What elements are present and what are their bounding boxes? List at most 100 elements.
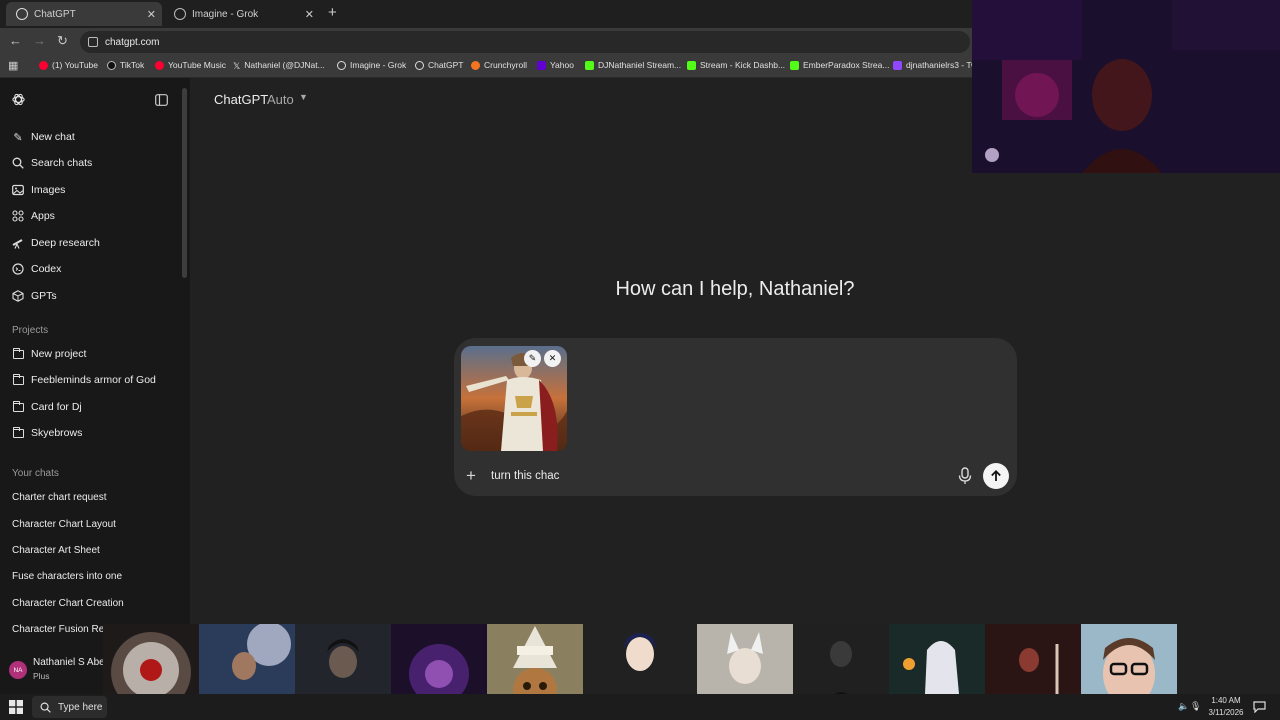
bookmark-item[interactable]: YouTube Music — [155, 60, 226, 70]
bookmark-item[interactable]: (1) YouTube — [39, 60, 98, 70]
bookmark-item[interactable]: 𝕏 Nathaniel (@DJNat... — [233, 60, 325, 71]
forward-arrow-icon[interactable]: → — [33, 33, 46, 48]
taskbar — [0, 694, 1280, 720]
speaker-icon[interactable]: 🔈 — [1178, 701, 1189, 712]
bookmark-label: (1) YouTube — [52, 60, 98, 70]
notifications-icon[interactable] — [1253, 701, 1266, 713]
sidebar-item-label: Card for Dj — [31, 401, 82, 413]
bookmark-label: YouTube Music — [168, 60, 226, 70]
bookmark-item[interactable]: Crunchyroll — [471, 60, 527, 70]
bookmark-item[interactable]: TikTok — [107, 60, 144, 70]
folder-plus-icon — [12, 347, 24, 360]
apps-icon — [12, 210, 24, 222]
bookmark-label: Imagine - Grok — [350, 60, 407, 70]
bookmark-item[interactable]: djnathanielrs3 - Tw — [893, 60, 977, 70]
sidebar-item-new-chat[interactable]: ✎ New chat — [12, 131, 75, 144]
windows-start-icon[interactable] — [9, 700, 23, 714]
bookmark-item[interactable]: EmberParadox Strea... — [790, 60, 889, 70]
sidebar-item-label: Deep research — [31, 237, 100, 249]
youtube-icon — [39, 60, 48, 70]
grok-favicon-icon — [174, 8, 186, 20]
user-name[interactable]: Nathaniel S Abe — [33, 657, 103, 668]
chat-history-item[interactable]: Fuse characters into one — [12, 571, 182, 582]
sidebar-item-images[interactable]: Images — [12, 184, 65, 196]
kick-icon — [585, 60, 594, 70]
codex-icon — [12, 263, 24, 275]
sidebar-item-project[interactable]: Feebleminds armor of God — [12, 373, 156, 386]
apps-grid-icon[interactable]: ▦ — [8, 59, 18, 72]
sidebar-item-label: New chat — [31, 131, 75, 143]
chat-history-item[interactable]: Character Chart Layout — [12, 519, 182, 530]
toggle-sidebar-icon[interactable] — [155, 94, 168, 106]
tab-label: ChatGPT — [34, 8, 76, 20]
telescope-icon — [12, 239, 23, 249]
sidebar-item-apps[interactable]: Apps — [12, 210, 55, 222]
bookmark-item[interactable]: Yahoo — [537, 60, 574, 70]
chevron-down-icon[interactable]: ▼ — [299, 92, 308, 102]
folder-icon — [12, 373, 24, 386]
sidebar-item-gpts[interactable]: GPTs — [12, 290, 57, 302]
avatar[interactable]: NA — [9, 661, 27, 679]
bookmark-label: Yahoo — [550, 60, 574, 70]
model-selector-mode[interactable]: Auto — [267, 92, 294, 107]
sidebar-item-label: Search chats — [31, 157, 93, 169]
sidebar-item-new-project[interactable]: New project — [12, 347, 87, 360]
reload-icon[interactable]: ↻ — [57, 33, 68, 49]
image-icon — [12, 184, 24, 196]
sidebar-item-project[interactable]: Skyebrows — [12, 426, 82, 439]
kick-icon — [790, 60, 799, 70]
taskbar-search-label: Type here — [58, 701, 103, 713]
sidebar-item-deep-research[interactable]: Deep research — [12, 237, 100, 249]
chat-history-item[interactable]: Character Art Sheet — [12, 545, 182, 556]
arrow-up-icon — [991, 470, 1001, 481]
back-arrow-icon[interactable]: ← — [9, 33, 22, 48]
openai-logo-icon[interactable] — [11, 92, 26, 107]
close-tab-icon[interactable]: ✕ — [305, 8, 314, 21]
bookmark-item[interactable]: Imagine - Grok — [337, 60, 406, 70]
sidebar-item-label: GPTs — [31, 290, 57, 302]
close-tab-icon[interactable]: ✕ — [147, 8, 156, 21]
bookmark-item[interactable]: Stream - Kick Dashb... — [687, 60, 785, 70]
microphone-tray-icon[interactable]: 🎙 — [1190, 701, 1201, 712]
sidebar-item-label: Feebleminds armor of God — [31, 374, 156, 386]
webcam-overlay — [972, 0, 1280, 173]
send-button[interactable] — [983, 463, 1009, 489]
tab-chatgpt[interactable]: ChatGPT ✕ — [6, 2, 162, 26]
sidebar-item-label: Codex — [31, 263, 62, 275]
sidebar-item-label: New project — [31, 348, 87, 360]
remove-image-close-icon[interactable]: ✕ — [544, 350, 561, 367]
folder-icon — [12, 426, 24, 439]
add-attachment-plus-icon[interactable]: + — [466, 466, 476, 486]
sidebar-item-label: Images — [31, 184, 66, 196]
sidebar-scrollbar[interactable] — [182, 88, 187, 278]
bookmark-item[interactable]: ChatGPT — [415, 60, 463, 70]
grok-icon — [337, 60, 346, 70]
url-text: chatgpt.com — [105, 36, 160, 48]
chat-history-item[interactable]: Charter chart request — [12, 492, 182, 503]
sidebar-item-codex[interactable]: Codex — [12, 263, 61, 275]
sidebar-item-label: Apps — [31, 210, 55, 222]
model-selector-title[interactable]: ChatGPT — [214, 92, 268, 107]
sidebar-item-project[interactable]: Card for Dj — [12, 400, 82, 413]
site-info-icon[interactable] — [88, 37, 98, 47]
bookmark-label: DJNathaniel Stream... — [598, 60, 682, 70]
bookmark-label: Stream - Kick Dashb... — [700, 60, 786, 70]
taskbar-clock-date[interactable]: 3/11/2026 — [1203, 708, 1249, 717]
tiktok-icon — [107, 60, 116, 70]
taskbar-clock-time[interactable]: 1:40 AM — [1206, 696, 1246, 705]
your-chats-heading: Your chats — [12, 468, 59, 479]
chat-history-item[interactable]: Character Fusion Re — [12, 624, 104, 635]
bookmark-label: djnathanielrs3 - Tw — [906, 60, 978, 70]
bookmark-item[interactable]: DJNathaniel Stream... — [585, 60, 681, 70]
tab-label: Imagine - Grok — [192, 8, 259, 20]
sidebar-item-search-chats[interactable]: Search chats — [12, 157, 92, 169]
edit-image-pencil-icon[interactable]: ✎ — [524, 350, 541, 367]
address-bar[interactable]: chatgpt.com — [80, 31, 970, 53]
tab-imagine-grok[interactable]: Imagine - Grok ✕ — [164, 2, 320, 26]
new-tab-plus-icon[interactable]: + — [328, 4, 337, 21]
chat-history-item[interactable]: Character Chart Creation — [12, 598, 182, 609]
microphone-icon[interactable] — [957, 467, 973, 485]
taskbar-search[interactable]: Type here — [32, 696, 107, 718]
prompt-input[interactable] — [491, 467, 931, 485]
edit-icon: ✎ — [13, 131, 23, 144]
